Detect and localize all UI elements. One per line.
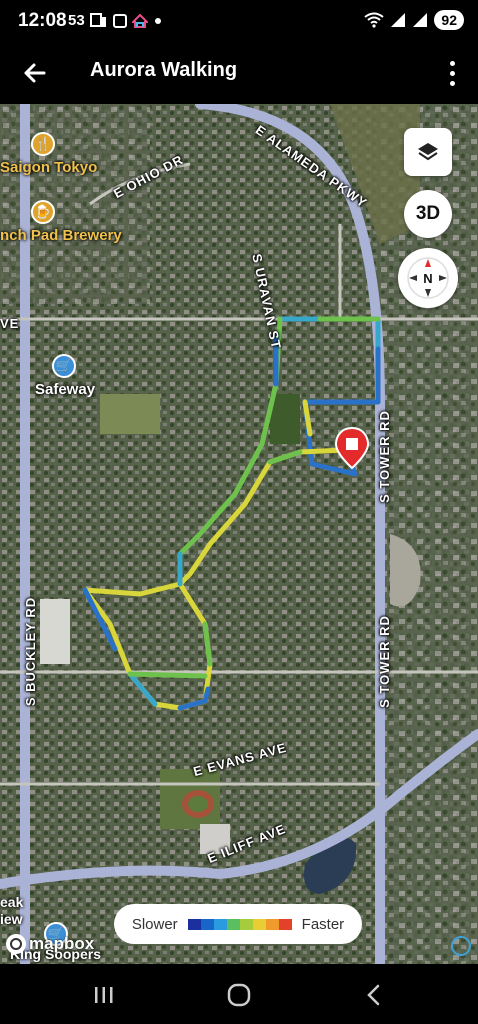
poi-brewery[interactable]: nch Pad Brewery — [0, 227, 122, 244]
poi-peak-view-2[interactable]: iew — [0, 911, 23, 927]
home-nav-button[interactable] — [219, 978, 259, 1012]
arrow-left-icon — [24, 63, 46, 83]
layers-icon — [418, 143, 438, 161]
end-marker[interactable] — [334, 426, 370, 470]
nav-back-button[interactable] — [354, 978, 394, 1012]
legend-color-swatch — [213, 918, 227, 930]
system-nav-bar — [0, 964, 478, 1024]
speed-legend: Slower Faster — [114, 904, 362, 944]
street-label-ave: VE — [0, 316, 20, 331]
shopping-cart-icon[interactable]: 🛒 — [52, 354, 76, 378]
legend-color-swatch — [239, 918, 253, 930]
restaurant-icon[interactable]: 🍴 — [31, 132, 55, 156]
three-d-button[interactable]: 3D — [404, 190, 452, 238]
battery-badge: 92 — [434, 10, 464, 30]
home-circle-icon — [227, 983, 251, 1007]
poi-safeway[interactable]: Safeway — [35, 381, 95, 398]
mapbox-logo[interactable]: mapbox — [6, 934, 94, 954]
poi-peak-view-1[interactable]: eak — [0, 894, 23, 910]
notification-tile-icon — [112, 13, 127, 28]
compass-icon: N — [407, 257, 449, 299]
legend-color-swatch — [187, 918, 201, 930]
temperature-text: 53 — [68, 12, 85, 29]
legend-color-swatch — [200, 918, 214, 930]
recents-icon — [95, 987, 113, 1003]
legend-slower-label: Slower — [131, 915, 178, 933]
app-bar: Aurora Walking — [0, 42, 478, 104]
legend-faster-label: Faster — [301, 915, 345, 933]
signal-icon — [413, 13, 428, 27]
wifi-icon — [364, 12, 385, 28]
legend-color-swatch — [252, 918, 266, 930]
more-vert-icon — [449, 60, 455, 66]
nav-back-icon — [367, 984, 380, 1006]
mapbox-icon — [6, 934, 26, 954]
notification-p-icon — [89, 12, 106, 27]
status-right: 92 — [364, 10, 464, 30]
route-map[interactable]: E ALAMEDA PKWY E OHIO DR S URAVAN ST S T… — [0, 104, 478, 964]
signal-icon — [391, 13, 406, 27]
status-bar: 12:08 53 92 — [0, 0, 478, 42]
legend-color-swatch — [278, 918, 292, 930]
home-icon — [131, 13, 148, 28]
status-notifications: 53 — [68, 12, 163, 29]
compass-button[interactable]: N — [398, 248, 458, 308]
street-label-tower-top: S TOWER RD — [376, 410, 392, 503]
beer-icon[interactable]: 🍺 — [31, 200, 55, 224]
page-title: Aurora Walking — [90, 59, 238, 81]
layers-button[interactable] — [404, 128, 452, 176]
more-vert-icon — [449, 70, 455, 76]
poi-saigon-tokyo[interactable]: Saigon Tokyo — [0, 159, 97, 176]
legend-color-bar — [187, 918, 292, 930]
more-vert-icon — [449, 80, 455, 86]
dot-icon — [154, 17, 161, 24]
legend-color-swatch — [226, 918, 240, 930]
recents-button[interactable] — [84, 978, 124, 1012]
legend-color-swatch — [265, 918, 279, 930]
compass-north-label: N — [423, 271, 432, 286]
mapbox-text: mapbox — [29, 934, 95, 953]
back-button[interactable] — [18, 56, 52, 90]
status-time: 12:08 — [18, 10, 67, 31]
attribution-info-icon[interactable] — [451, 936, 471, 956]
street-label-tower-bottom: S TOWER RD — [376, 615, 392, 708]
street-label-buckley: S BUCKLEY RD — [23, 596, 39, 707]
more-options-button[interactable] — [440, 54, 464, 92]
